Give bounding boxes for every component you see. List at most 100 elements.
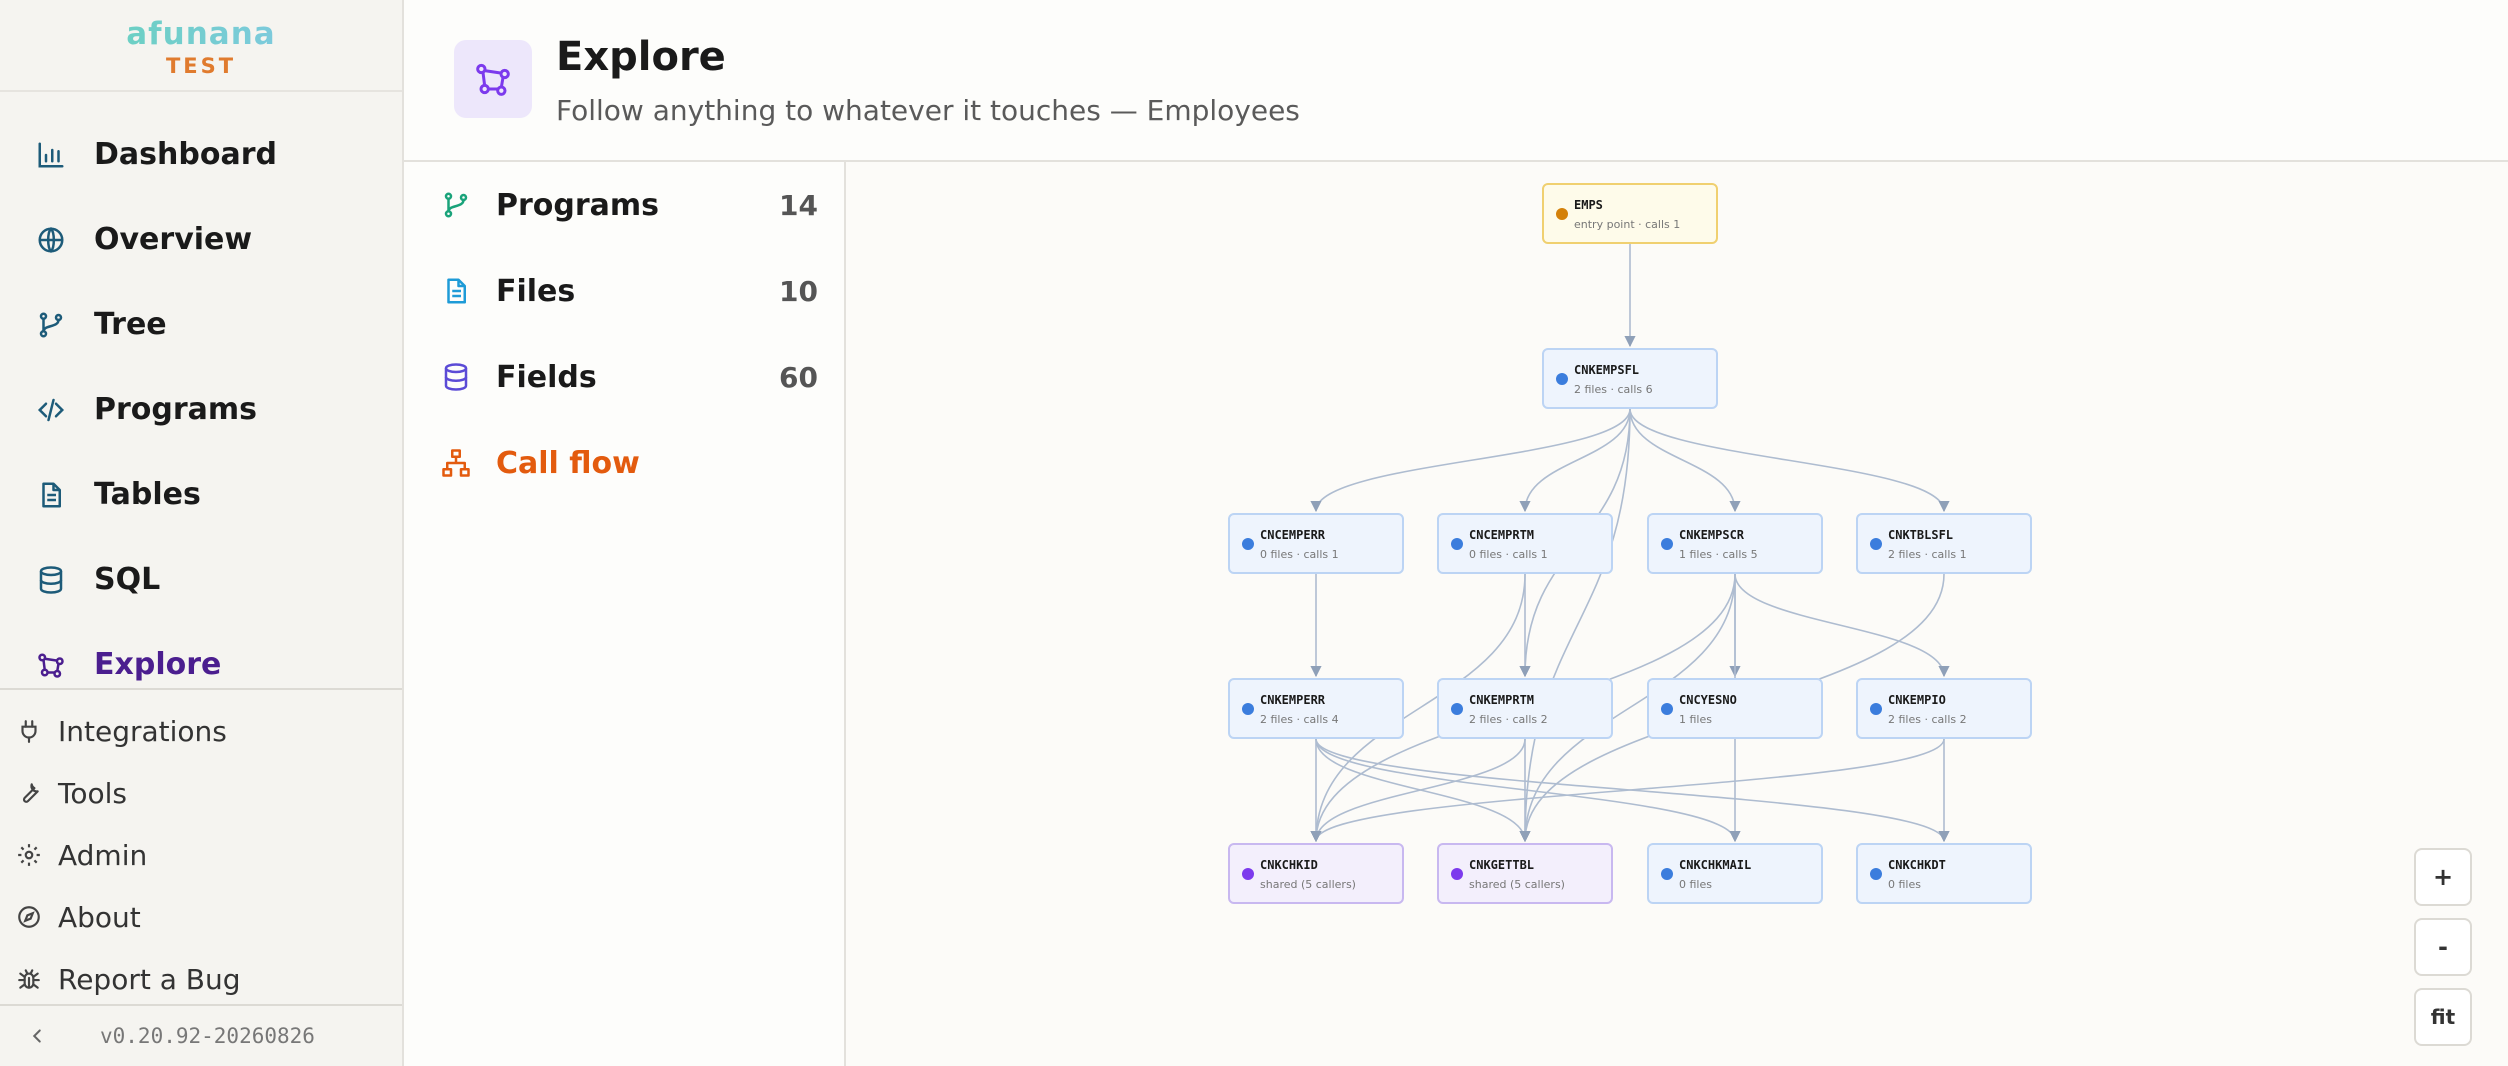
node-name: CNKEMPSFL — [1574, 363, 1640, 377]
zoom-fit-button[interactable]: fit — [2414, 988, 2472, 1046]
git-branch-icon — [440, 189, 472, 221]
facet-count: 60 — [779, 360, 818, 394]
node-status-dot — [1242, 868, 1254, 880]
nav-item-overview[interactable]: Overview — [0, 197, 402, 282]
nav-item-label: Report a Bug — [58, 962, 241, 996]
zoom-in-button[interactable]: + — [2414, 848, 2472, 906]
graph-node-cnkempio[interactable]: CNKEMPIO 2 files · calls 2 — [1856, 678, 2032, 739]
page-title: Explore — [556, 34, 726, 80]
page-header: Explore Follow anything to whatever it t… — [404, 0, 2508, 162]
node-name: CNCYESNO — [1679, 693, 1737, 707]
nav-item-label: Overview — [94, 222, 253, 257]
node-meta: 2 files · calls 6 — [1574, 383, 1653, 396]
node-meta: shared (5 callers) — [1260, 878, 1356, 891]
primary-nav: Dashboard Overview Tree Programs Tables — [0, 92, 402, 707]
graph-node-cncemprtm[interactable]: CNCEMPRTM 0 files · calls 1 — [1437, 513, 1613, 574]
facet-label: Files — [496, 273, 576, 309]
facet-programs[interactable]: Programs 14 — [404, 162, 844, 248]
node-status-dot — [1661, 703, 1673, 715]
node-meta: 1 files — [1679, 713, 1712, 726]
node-name: CNKEMPSCR — [1679, 528, 1745, 542]
node-name: CNKEMPIO — [1888, 693, 1946, 707]
graph-node-cncyesno[interactable]: CNCYESNO 1 files — [1647, 678, 1823, 739]
explore-header-icon — [454, 40, 532, 118]
zoom-out-button[interactable]: - — [2414, 918, 2472, 976]
graph-node-cnkchkid[interactable]: CNKCHKID shared (5 callers) — [1228, 843, 1404, 904]
graph-node-cnkempsfl[interactable]: CNKEMPSFL 2 files · calls 6 — [1542, 348, 1718, 409]
graph-node-cncemperr[interactable]: CNCEMPERR 0 files · calls 1 — [1228, 513, 1404, 574]
node-status-dot — [1451, 538, 1463, 550]
node-meta: entry point · calls 1 — [1574, 218, 1681, 231]
node-name: CNKEMPRTM — [1469, 693, 1535, 707]
facet-call-flow[interactable]: Call flow — [404, 420, 844, 506]
graph-nodes-icon — [34, 648, 68, 682]
facet-label: Fields — [496, 359, 597, 395]
node-meta: 0 files · calls 1 — [1260, 548, 1339, 561]
page-subtitle: Follow anything to whatever it touches —… — [556, 94, 1300, 127]
nav-item-report-bug[interactable]: Report a Bug — [0, 948, 402, 1010]
node-meta: 0 files — [1888, 878, 1921, 891]
nav-item-explore[interactable]: Explore — [0, 622, 402, 707]
graph-node-cnkgettbl[interactable]: CNKGETTBL shared (5 callers) — [1437, 843, 1613, 904]
facet-count: 10 — [779, 274, 818, 308]
node-name: CNKCHKDT — [1888, 858, 1946, 872]
node-status-dot — [1556, 208, 1568, 220]
node-meta: 2 files · calls 2 — [1888, 713, 1967, 726]
node-status-dot — [1451, 868, 1463, 880]
graph-edge-cnkempsfl-cnkempscr — [1629, 408, 1741, 513]
node-name: CNKCHKID — [1260, 858, 1318, 872]
document-icon — [34, 478, 68, 512]
hierarchy-icon — [440, 447, 472, 479]
nav-divider — [0, 688, 402, 690]
graph-node-cnkemperr[interactable]: CNKEMPERR 2 files · calls 4 — [1228, 678, 1404, 739]
node-meta: 2 files · calls 1 — [1888, 548, 1967, 561]
nav-item-sql[interactable]: SQL — [0, 537, 402, 622]
graph-edge-cnkemprtm-cnkchkid — [1310, 738, 1526, 843]
brand[interactable]: afunana TEST — [0, 0, 402, 92]
facet-files[interactable]: Files 10 — [404, 248, 844, 334]
graph-node-cnkchkdt[interactable]: CNKCHKDT 0 files — [1856, 843, 2032, 904]
node-name: CNKCHKMAIL — [1679, 858, 1752, 872]
file-icon — [440, 275, 472, 307]
graph-node-cnkempscr[interactable]: CNKEMPSCR 1 files · calls 5 — [1647, 513, 1823, 574]
node-name: CNCEMPERR — [1260, 528, 1326, 542]
node-meta: 0 files · calls 1 — [1469, 548, 1548, 561]
graph-node-cnktblsfl[interactable]: CNKTBLSFL 2 files · calls 1 — [1856, 513, 2032, 574]
nav-item-integrations[interactable]: Integrations — [0, 700, 402, 762]
globe-icon — [34, 223, 68, 257]
nav-item-about[interactable]: About — [0, 886, 402, 948]
nav-item-tree[interactable]: Tree — [0, 282, 402, 367]
nav-item-label: Admin — [58, 838, 148, 872]
nav-item-label: About — [58, 900, 141, 934]
node-meta: 2 files · calls 2 — [1469, 713, 1548, 726]
node-status-dot — [1661, 868, 1673, 880]
bar-chart-icon — [34, 138, 68, 172]
node-meta: 2 files · calls 4 — [1260, 713, 1339, 726]
nav-item-dashboard[interactable]: Dashboard — [0, 112, 402, 197]
nav-item-tools[interactable]: Tools — [0, 762, 402, 824]
graph-edge-cnkempsfl-cnktblsfl — [1629, 408, 1950, 513]
call-flow-canvas[interactable]: EMPS entry point · calls 1 CNKEMPSFL 2 file… — [846, 162, 2508, 1066]
facet-fields[interactable]: Fields 60 — [404, 334, 844, 420]
database-icon — [440, 361, 472, 393]
graph-node-cnkchkmail[interactable]: CNKCHKMAIL 0 files — [1647, 843, 1823, 904]
graph-node-emps[interactable]: EMPS entry point · calls 1 — [1542, 183, 1718, 244]
sidebar-footer: v0.20.92-20260826 — [0, 1004, 402, 1066]
gear-icon — [14, 840, 44, 870]
nav-item-label: Tables — [94, 477, 201, 512]
sidebar: afunana TEST Dashboard Overview Tree Pro… — [0, 0, 404, 1066]
node-status-dot — [1870, 703, 1882, 715]
bug-icon — [14, 964, 44, 994]
node-name: CNCEMPRTM — [1469, 528, 1535, 542]
facet-label: Programs — [496, 187, 660, 223]
nav-item-tables[interactable]: Tables — [0, 452, 402, 537]
version-label: v0.20.92-20260826 — [100, 1024, 315, 1048]
graph-node-cnkemprtm[interactable]: CNKEMPRTM 2 files · calls 2 — [1437, 678, 1613, 739]
facet-panel: Programs 14 Files 10 Fields 60 Call flow — [404, 162, 846, 1066]
graph-edge-cnkempio-cnkchkid — [1310, 738, 1945, 843]
nav-item-admin[interactable]: Admin — [0, 824, 402, 886]
nav-item-programs[interactable]: Programs — [0, 367, 402, 452]
nav-item-label: Programs — [94, 392, 258, 427]
collapse-sidebar-button[interactable] — [22, 1021, 52, 1051]
wrench-icon — [14, 778, 44, 808]
